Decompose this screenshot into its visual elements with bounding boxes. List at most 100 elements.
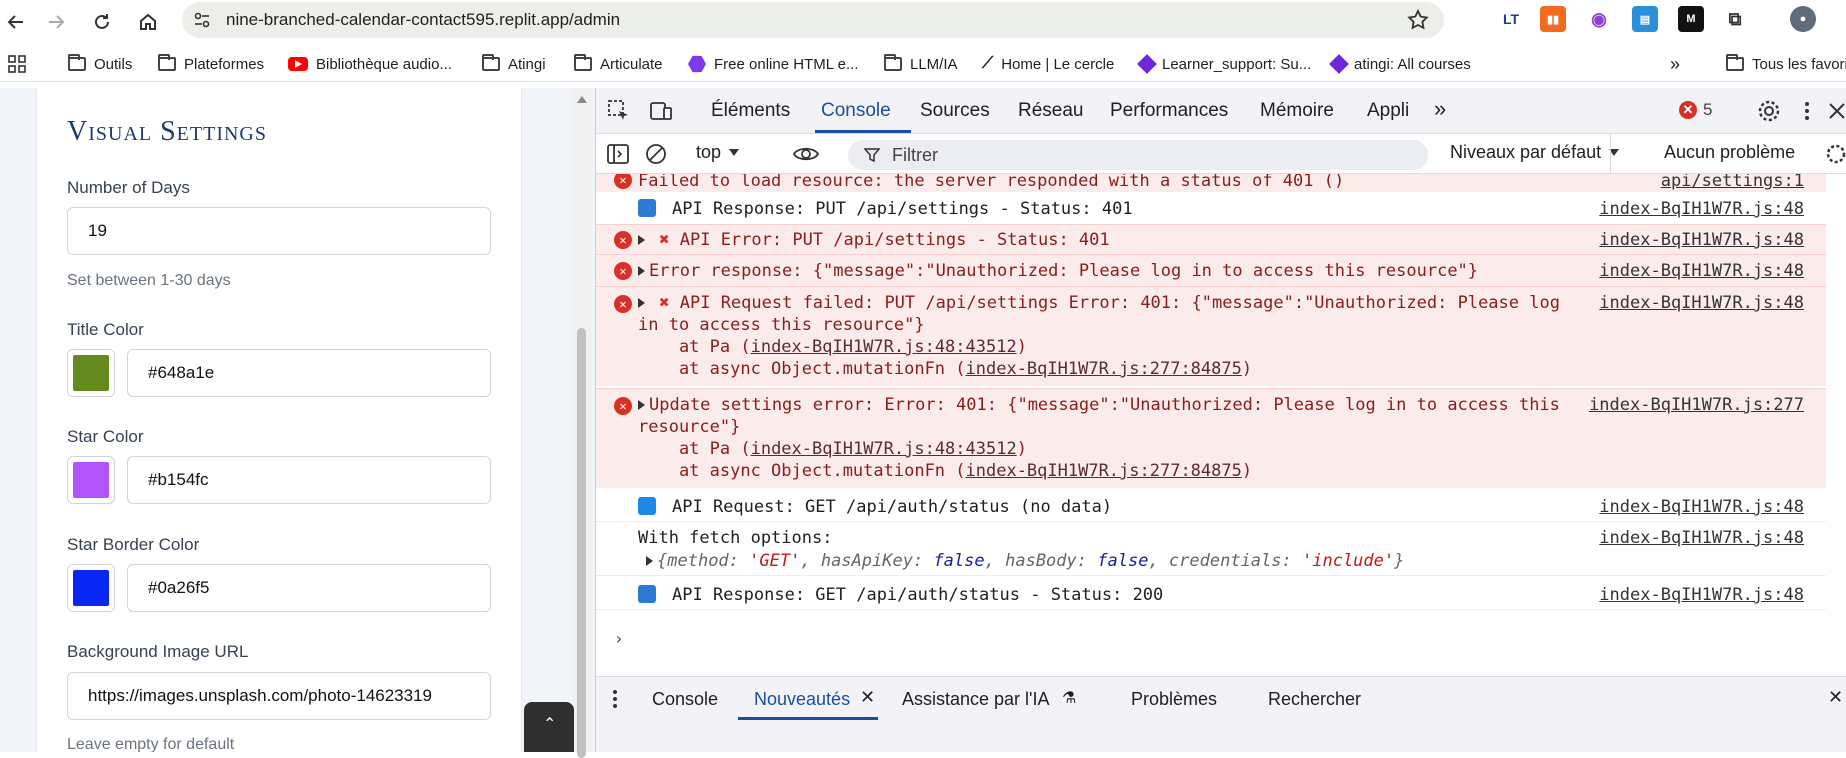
more-tabs-chevron-icon[interactable]: » — [1434, 96, 1446, 122]
close-tab-icon[interactable]: ✕ — [860, 687, 875, 708]
tab-memory[interactable]: Mémoire — [1260, 100, 1334, 122]
source-link[interactable]: index-BqIH1W7R.js:48 — [1599, 261, 1804, 281]
star-color-input[interactable]: #b154fc — [127, 456, 491, 504]
stack-frame-link[interactable]: index-BqIH1W7R.js:48:43512 — [751, 337, 1017, 357]
tab-console[interactable]: Console — [821, 100, 891, 122]
expand-caret-icon[interactable] — [646, 556, 653, 566]
bookmark-all-favorites[interactable]: Tous les favoris — [1726, 54, 1846, 74]
tab-performance[interactable]: Performances — [1110, 100, 1228, 122]
bookmark-home-le-cercle[interactable]: ⟋ Home | Le cercle — [982, 54, 1114, 74]
console-settings-gear-icon[interactable] — [1824, 142, 1846, 166]
title-color-picker[interactable] — [67, 349, 115, 397]
stack-frame-link[interactable]: index-BqIH1W7R.js:48:43512 — [751, 439, 1017, 459]
settings-gear-icon[interactable] — [1756, 98, 1782, 124]
issues-counter[interactable]: Aucun problème — [1664, 142, 1795, 163]
close-drawer-icon[interactable]: ✕ — [1828, 687, 1843, 708]
source-link[interactable]: index-BqIH1W7R.js:48 — [1599, 585, 1804, 605]
source-link[interactable]: index-BqIH1W7R.js:48 — [1599, 528, 1804, 548]
star-border-color-input[interactable]: #0a26f5 — [127, 564, 491, 612]
scrollbar-thumb[interactable] — [577, 328, 586, 758]
more-options-kebab-icon[interactable] — [1794, 98, 1820, 124]
source-link[interactable]: api/settings:1 — [1661, 174, 1804, 191]
home-button[interactable] — [132, 6, 164, 38]
console-message-log[interactable]: API Response: GET /api/auth/status - Sta… — [596, 578, 1826, 610]
url-text[interactable]: nine-branched-calendar-contact595.replit… — [226, 10, 620, 30]
forward-button[interactable] — [40, 6, 72, 38]
expand-caret-icon[interactable] — [638, 400, 645, 410]
source-link[interactable]: index-BqIH1W7R.js:48 — [1599, 230, 1804, 250]
scroll-top-button[interactable]: ⌃ — [524, 702, 574, 752]
profile-avatar[interactable]: ● — [1790, 6, 1816, 32]
reload-button[interactable] — [86, 6, 118, 38]
site-info-icon[interactable] — [192, 10, 212, 30]
star-border-color-picker[interactable] — [67, 564, 115, 612]
context-selector[interactable]: top — [696, 142, 740, 163]
page-scrollbar[interactable] — [572, 88, 592, 758]
console-message-error[interactable]: ✕ ✖ API Error: PUT /api/settings - Statu… — [596, 224, 1826, 254]
printer-extension-icon[interactable]: ▤ — [1632, 6, 1658, 32]
drawer-tab-console[interactable]: Console — [652, 689, 718, 710]
device-toolbar-icon[interactable] — [648, 98, 674, 124]
tab-application[interactable]: Appli — [1367, 100, 1409, 122]
bookmark-plateformes[interactable]: Plateformes — [158, 54, 264, 74]
message-text: Failed to load resource: the server resp… — [638, 174, 1345, 191]
bookmark-articulate[interactable]: Articulate — [574, 54, 663, 74]
chart-extension-icon[interactable]: ▮▮ — [1540, 6, 1566, 32]
console-message-log[interactable]: API Response: PUT /api/settings - Status… — [596, 192, 1826, 224]
bookmark-learner-support[interactable]: Learner_support: Su... — [1137, 54, 1311, 74]
bookmark-atingi[interactable]: Atingi — [482, 54, 546, 74]
error-counter[interactable]: ✕ 5 — [1679, 100, 1712, 120]
expand-caret-icon[interactable] — [638, 266, 645, 276]
chat-extension-icon[interactable]: ◉ — [1586, 6, 1612, 32]
bookmark-outils[interactable]: Outils — [68, 54, 132, 74]
title-color-input[interactable]: #648a1e — [127, 349, 491, 397]
drawer-menu-kebab-icon[interactable] — [610, 688, 620, 710]
tab-elements[interactable]: Éléments — [711, 100, 790, 122]
bookmarks-overflow-button[interactable]: » — [1670, 54, 1680, 74]
number-of-days-input[interactable]: 19 — [67, 207, 491, 255]
drawer-tab-issues[interactable]: Problèmes — [1131, 689, 1217, 710]
stack-frame-link[interactable]: index-BqIH1W7R.js:277:84875 — [966, 461, 1242, 481]
console-message-error[interactable]: ✕ Update settings error: Error: 401: {"m… — [596, 388, 1826, 488]
address-bar[interactable]: nine-branched-calendar-contact595.replit… — [182, 2, 1444, 38]
message-text: API Request: GET /api/auth/status (no da… — [672, 497, 1113, 517]
source-link[interactable]: index-BqIH1W7R.js:48 — [1599, 497, 1804, 517]
expand-caret-icon[interactable] — [638, 235, 645, 245]
tab-network[interactable]: Réseau — [1018, 100, 1084, 122]
bookmark-free-html-editor[interactable]: Free online HTML e... — [688, 54, 859, 74]
extensions-puzzle-icon[interactable]: ⧉ — [1722, 6, 1748, 32]
bookmark-star-icon[interactable] — [1406, 8, 1430, 32]
apps-button[interactable] — [8, 54, 26, 74]
console-prompt-chevron-icon[interactable]: › — [614, 629, 624, 648]
source-link[interactable]: index-BqIH1W7R.js:277 — [1589, 395, 1804, 415]
m-extension-icon[interactable]: M — [1678, 6, 1704, 32]
expand-caret-icon[interactable] — [638, 298, 645, 308]
console-filter-input[interactable]: Filtrer — [848, 140, 1428, 170]
live-expression-eye-icon[interactable] — [792, 143, 820, 165]
scroll-up-arrow-icon[interactable] — [577, 96, 587, 103]
source-link[interactable]: index-BqIH1W7R.js:48 — [1599, 199, 1804, 219]
clear-console-icon[interactable] — [644, 142, 668, 166]
console-message-log[interactable]: API Request: GET /api/auth/status (no da… — [596, 490, 1826, 522]
stack-frame-link[interactable]: index-BqIH1W7R.js:277:84875 — [966, 359, 1242, 379]
back-button[interactable] — [0, 6, 32, 38]
languagetool-extension-icon[interactable]: LT — [1498, 6, 1524, 32]
console-message-error[interactable]: ✕ ✖ API Request failed: PUT /api/setting… — [596, 286, 1826, 386]
close-devtools-icon[interactable] — [1824, 98, 1846, 124]
star-color-picker[interactable] — [67, 456, 115, 504]
tab-sources[interactable]: Sources — [920, 100, 990, 122]
console-message-error[interactable]: ✕ Error response: {"message":"Unauthoriz… — [596, 254, 1826, 286]
drawer-tab-whats-new[interactable]: Nouveautés — [754, 689, 850, 710]
sidebar-toggle-icon[interactable] — [606, 142, 630, 166]
background-image-url-input[interactable]: https://images.unsplash.com/photo-146233… — [67, 672, 491, 720]
source-link[interactable]: index-BqIH1W7R.js:48 — [1599, 293, 1804, 313]
console-message-log[interactable]: With fetch options: {method: 'GET', hasA… — [596, 522, 1826, 576]
bookmark-llm-ia[interactable]: LLM/IA — [884, 54, 958, 74]
bookmark-bibliotheque-audio[interactable]: Bibliothèque audio... — [288, 54, 452, 74]
drawer-tab-ai-assistance[interactable]: Assistance par l'IA — [902, 689, 1050, 710]
bookmark-atingi-courses[interactable]: atingi: All courses — [1329, 54, 1471, 74]
console-message-error[interactable]: ✕ Failed to load resource: the server re… — [596, 174, 1826, 192]
drawer-tab-search[interactable]: Rechercher — [1268, 689, 1361, 710]
log-levels-dropdown[interactable]: Niveaux par défaut — [1450, 142, 1620, 163]
inspect-element-icon[interactable] — [606, 98, 632, 124]
